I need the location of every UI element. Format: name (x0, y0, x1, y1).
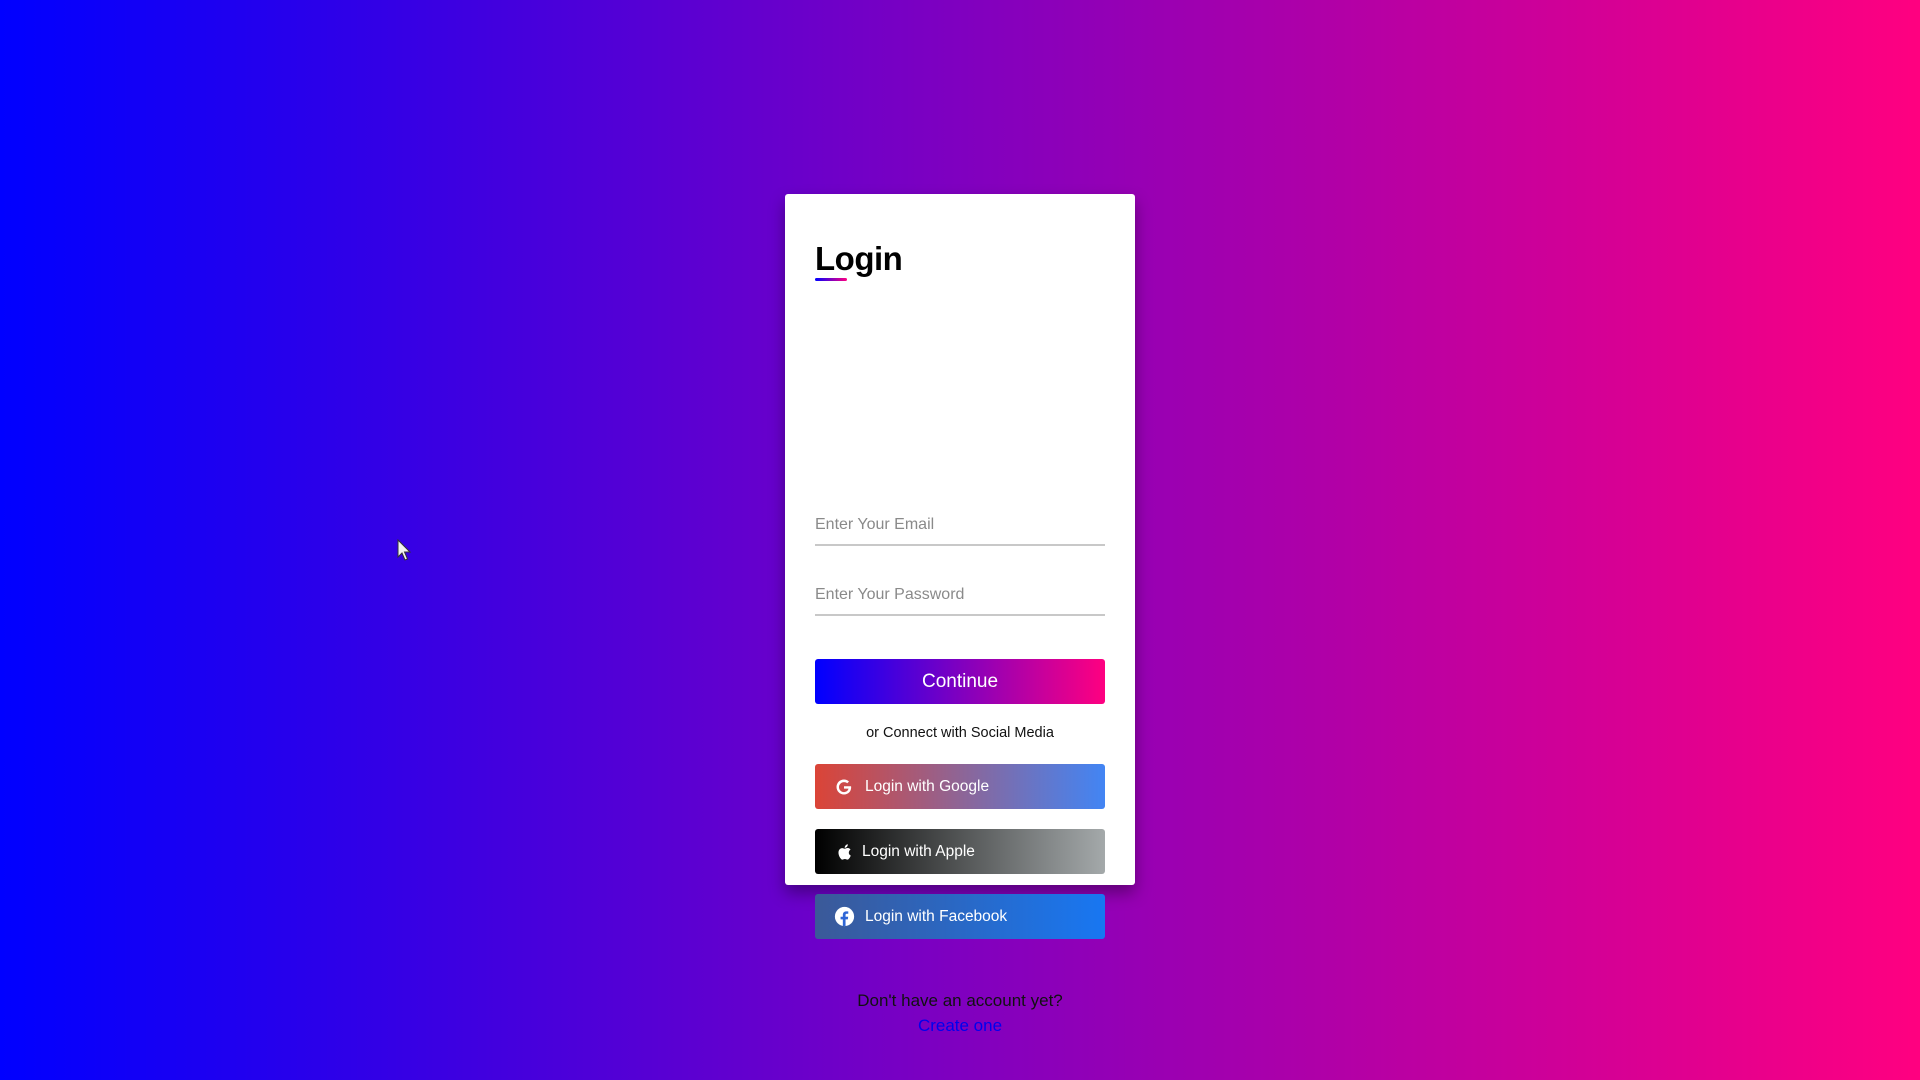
social-caption: or Connect with Social Media (866, 725, 1054, 741)
signup-prompt: Don't have an account yet? (857, 991, 1063, 1010)
apple-button-label: Login with Apple (862, 842, 975, 860)
create-account-link[interactable]: Create one (785, 1016, 1135, 1036)
facebook-icon (833, 906, 855, 928)
google-icon (833, 776, 855, 798)
login-title: Login (815, 240, 903, 277)
mouse-cursor-icon (397, 539, 412, 561)
login-google-button[interactable]: Login with Google (815, 764, 1105, 809)
apple-icon (833, 841, 855, 863)
facebook-button-label: Login with Facebook (865, 907, 1008, 925)
login-card: Login Continue or Connect with Social Me… (785, 194, 1135, 1035)
login-facebook-button[interactable]: Login with Facebook (815, 894, 1105, 939)
password-input[interactable] (815, 576, 1105, 616)
login-apple-button[interactable]: Login with Apple (815, 829, 1105, 874)
title-underline (815, 278, 847, 281)
continue-button[interactable]: Continue (815, 659, 1105, 704)
google-button-label: Login with Google (865, 777, 990, 795)
email-input[interactable] (815, 506, 1105, 546)
